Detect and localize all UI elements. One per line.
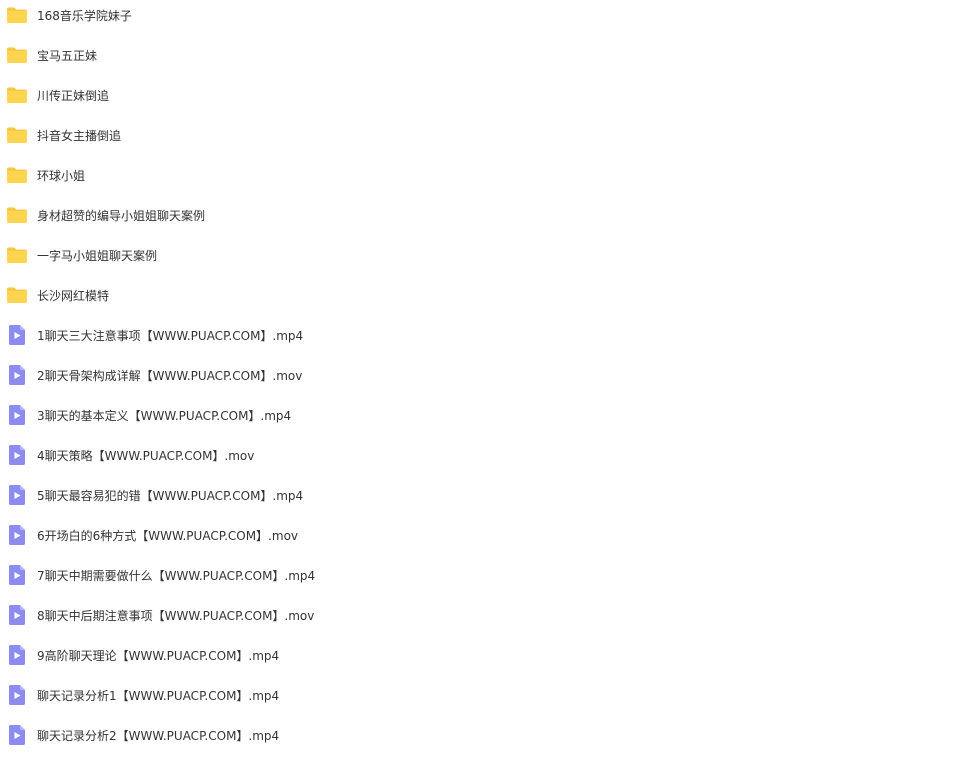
folder-name: 川传正妹倒追: [37, 88, 110, 103]
folder-icon: [6, 204, 28, 226]
folder-icon: [6, 84, 28, 106]
video-file-icon: [6, 724, 28, 746]
folder-icon: [6, 164, 28, 186]
folder-name: 身材超赞的编导小姐姐聊天案例: [37, 208, 206, 223]
file-row[interactable]: 6开场白的6种方式【WWW.PUACP.COM】.mov: [0, 515, 960, 555]
folder-row[interactable]: 长沙网红模特: [0, 275, 960, 315]
file-name: 4聊天策略【WWW.PUACP.COM】.mov: [37, 448, 255, 463]
folder-icon: [6, 244, 28, 266]
file-name: 聊天记录分析1【WWW.PUACP.COM】.mp4: [37, 688, 280, 703]
video-file-icon: [6, 324, 28, 346]
folder-name: 长沙网红模特: [37, 288, 110, 303]
video-file-icon: [6, 364, 28, 386]
file-name: 3聊天的基本定义【WWW.PUACP.COM】.mp4: [37, 408, 292, 423]
folder-icon: [6, 4, 28, 26]
folder-name: 宝马五正妹: [37, 48, 98, 63]
file-name: 5聊天最容易犯的错【WWW.PUACP.COM】.mp4: [37, 488, 304, 503]
video-file-icon: [6, 524, 28, 546]
folder-row[interactable]: 一字马小姐姐聊天案例: [0, 235, 960, 275]
video-file-icon: [6, 404, 28, 426]
file-row[interactable]: 4聊天策略【WWW.PUACP.COM】.mov: [0, 435, 960, 475]
folder-row[interactable]: 宝马五正妹: [0, 35, 960, 75]
folder-name: 168音乐学院妹子: [37, 8, 132, 23]
video-file-icon: [6, 484, 28, 506]
file-name: 6开场白的6种方式【WWW.PUACP.COM】.mov: [37, 528, 299, 543]
file-name: 1聊天三大注意事项【WWW.PUACP.COM】.mp4: [37, 328, 304, 343]
file-list: 168音乐学院妹子 宝马五正妹川传正妹倒追 抖音女主播倒追 环球小姐身材超赞的编导小姐…: [0, 0, 960, 760]
folder-name: 环球小姐: [37, 168, 86, 183]
file-row[interactable]: 1聊天三大注意事项【WWW.PUACP.COM】.mp4: [0, 315, 960, 355]
file-row[interactable]: 聊天记录分析2【WWW.PUACP.COM】.mp4: [0, 715, 960, 755]
video-file-icon: [6, 604, 28, 626]
file-row[interactable]: 5聊天最容易犯的错【WWW.PUACP.COM】.mp4: [0, 475, 960, 515]
folder-name: 抖音女主播倒追: [37, 128, 122, 143]
file-row[interactable]: 7聊天中期需要做什么【WWW.PUACP.COM】.mp4: [0, 555, 960, 595]
file-row[interactable]: 2聊天骨架构成详解【WWW.PUACP.COM】.mov: [0, 355, 960, 395]
file-row[interactable]: 聊天记录分析1【WWW.PUACP.COM】.mp4: [0, 675, 960, 715]
file-name: 8聊天中后期注意事项【WWW.PUACP.COM】.mov: [37, 608, 315, 623]
file-name: 聊天记录分析2【WWW.PUACP.COM】.mp4: [37, 728, 280, 743]
folder-icon: [6, 284, 28, 306]
video-file-icon: [6, 444, 28, 466]
video-file-icon: [6, 644, 28, 666]
folder-row[interactable]: 抖音女主播倒追: [0, 115, 960, 155]
video-file-icon: [6, 684, 28, 706]
folder-icon: [6, 44, 28, 66]
folder-row[interactable]: 身材超赞的编导小姐姐聊天案例: [0, 195, 960, 235]
file-row[interactable]: 9高阶聊天理论【WWW.PUACP.COM】.mp4: [0, 635, 960, 675]
file-name: 2聊天骨架构成详解【WWW.PUACP.COM】.mov: [37, 368, 303, 383]
file-name: 9高阶聊天理论【WWW.PUACP.COM】.mp4: [37, 648, 280, 663]
folder-row[interactable]: 168音乐学院妹子: [0, 0, 960, 35]
file-row[interactable]: 8聊天中后期注意事项【WWW.PUACP.COM】.mov: [0, 595, 960, 635]
folder-icon: [6, 124, 28, 146]
file-name: 7聊天中期需要做什么【WWW.PUACP.COM】.mp4: [37, 568, 316, 583]
folder-name: 一字马小姐姐聊天案例: [37, 248, 158, 263]
folder-row[interactable]: 川传正妹倒追: [0, 75, 960, 115]
video-file-icon: [6, 564, 28, 586]
file-row[interactable]: 3聊天的基本定义【WWW.PUACP.COM】.mp4: [0, 395, 960, 435]
folder-row[interactable]: 环球小姐: [0, 155, 960, 195]
